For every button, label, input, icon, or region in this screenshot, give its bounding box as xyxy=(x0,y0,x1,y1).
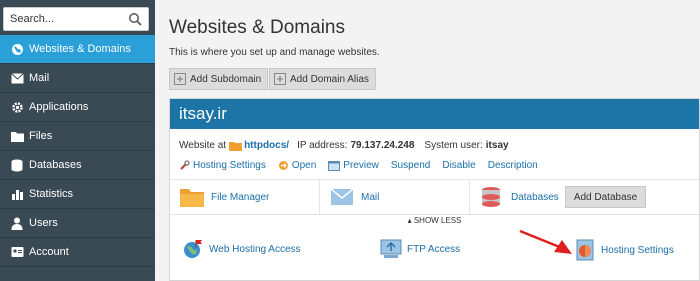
plus-icon xyxy=(274,73,286,85)
sidebar: Websites & Domains Mail Applications Fil… xyxy=(0,0,155,281)
plus-icon xyxy=(174,73,186,85)
globe-flag-icon xyxy=(184,240,202,258)
sidebar-item-label: Databases xyxy=(29,159,82,171)
sidebar-item-websites-domains[interactable]: Websites & Domains xyxy=(0,35,155,64)
search-icon[interactable] xyxy=(128,12,142,26)
sidebar-item-users[interactable]: Users xyxy=(0,209,155,238)
gear-icon xyxy=(10,100,24,114)
hosting-settings-tile[interactable]: Hosting Settings xyxy=(574,239,674,261)
annotation-arrow-icon xyxy=(519,229,572,254)
databases-tile[interactable]: Databases Add Database xyxy=(470,180,647,214)
envelope-icon xyxy=(10,71,24,85)
sidebar-item-mail[interactable]: Mail xyxy=(0,64,155,93)
website-at-label: Website at xyxy=(179,140,227,151)
hosting-settings-link[interactable]: Hosting Settings xyxy=(179,160,266,171)
folder-icon xyxy=(10,129,24,143)
sidebar-item-statistics[interactable]: Statistics xyxy=(0,180,155,209)
add-subdomain-label: Add Subdomain xyxy=(190,73,262,85)
sidebar-item-applications[interactable]: Applications xyxy=(0,93,155,122)
search-box xyxy=(3,7,149,31)
sidebar-item-label: Users xyxy=(29,217,58,229)
web-hosting-access-link[interactable]: Web Hosting Access xyxy=(182,239,301,259)
add-domain-alias-label: Add Domain Alias xyxy=(290,73,369,85)
ip-label: IP address: xyxy=(297,140,348,151)
domain-name: itsay.ir xyxy=(170,99,699,129)
add-subdomain-button[interactable]: Add Subdomain xyxy=(169,68,269,90)
open-icon xyxy=(278,161,288,170)
preview-icon xyxy=(328,160,341,171)
hosting-settings-icon xyxy=(576,239,594,261)
sidebar-item-label: Statistics xyxy=(29,188,74,200)
account-icon xyxy=(10,245,24,259)
sidebar-item-label: Mail xyxy=(29,72,50,84)
wrench-icon xyxy=(180,160,190,170)
docroot-link[interactable]: httpdocs/ xyxy=(244,140,289,151)
envelope-icon xyxy=(330,188,354,205)
page-title: Websites & Domains xyxy=(169,17,345,38)
add-database-button[interactable]: Add Database xyxy=(564,186,647,208)
sidebar-item-account[interactable]: Account xyxy=(0,238,155,267)
database-icon xyxy=(10,158,24,172)
database-icon xyxy=(482,187,500,207)
domain-actions: Hosting Settings Open Preview Suspend Di… xyxy=(179,160,550,171)
preview-link[interactable]: Preview xyxy=(328,160,379,171)
domain-panel: itsay.ir Website at httpdocs/ IP address… xyxy=(169,98,700,281)
bar-chart-icon xyxy=(10,187,24,201)
system-user-value: itsay xyxy=(485,140,509,151)
main-content: Websites & Domains This is where you set… xyxy=(155,0,700,281)
hosting-row: Web Hosting Access FTP Access Hosting Se… xyxy=(170,239,699,269)
sidebar-item-label: Files xyxy=(29,130,53,142)
page-subtitle: This is where you set up and manage webs… xyxy=(169,47,380,58)
domain-info: Website at httpdocs/ IP address: 79.137.… xyxy=(179,140,509,151)
suspend-link[interactable]: Suspend xyxy=(391,160,430,171)
sidebar-item-label: Websites & Domains xyxy=(29,43,131,55)
ftp-icon xyxy=(380,239,402,258)
system-user-label: System user: xyxy=(424,140,483,151)
globe-icon xyxy=(10,42,24,56)
show-less-toggle[interactable]: ▴ SHOW LESS xyxy=(170,216,699,230)
search-input[interactable] xyxy=(4,8,122,30)
add-domain-alias-button[interactable]: Add Domain Alias xyxy=(269,68,376,90)
folder-icon xyxy=(180,189,204,207)
disable-link[interactable]: Disable xyxy=(442,160,475,171)
user-icon xyxy=(10,216,24,230)
sidebar-item-databases[interactable]: Databases xyxy=(0,151,155,180)
ip-value: 79.137.24.248 xyxy=(350,140,415,151)
sidebar-item-files[interactable]: Files xyxy=(0,122,155,151)
sidebar-item-label: Account xyxy=(29,246,69,258)
tools-row: File Manager Mail Databases Add Database xyxy=(170,179,699,215)
mail-tile[interactable]: Mail xyxy=(320,180,470,214)
sidebar-nav: Websites & Domains Mail Applications Fil… xyxy=(0,35,155,267)
ftp-access-link[interactable]: FTP Access xyxy=(380,239,460,259)
file-manager-tile[interactable]: File Manager xyxy=(170,180,320,214)
sidebar-item-label: Applications xyxy=(29,101,89,113)
description-link[interactable]: Description xyxy=(488,160,538,171)
folder-icon xyxy=(229,141,243,151)
open-link[interactable]: Open xyxy=(278,160,316,171)
